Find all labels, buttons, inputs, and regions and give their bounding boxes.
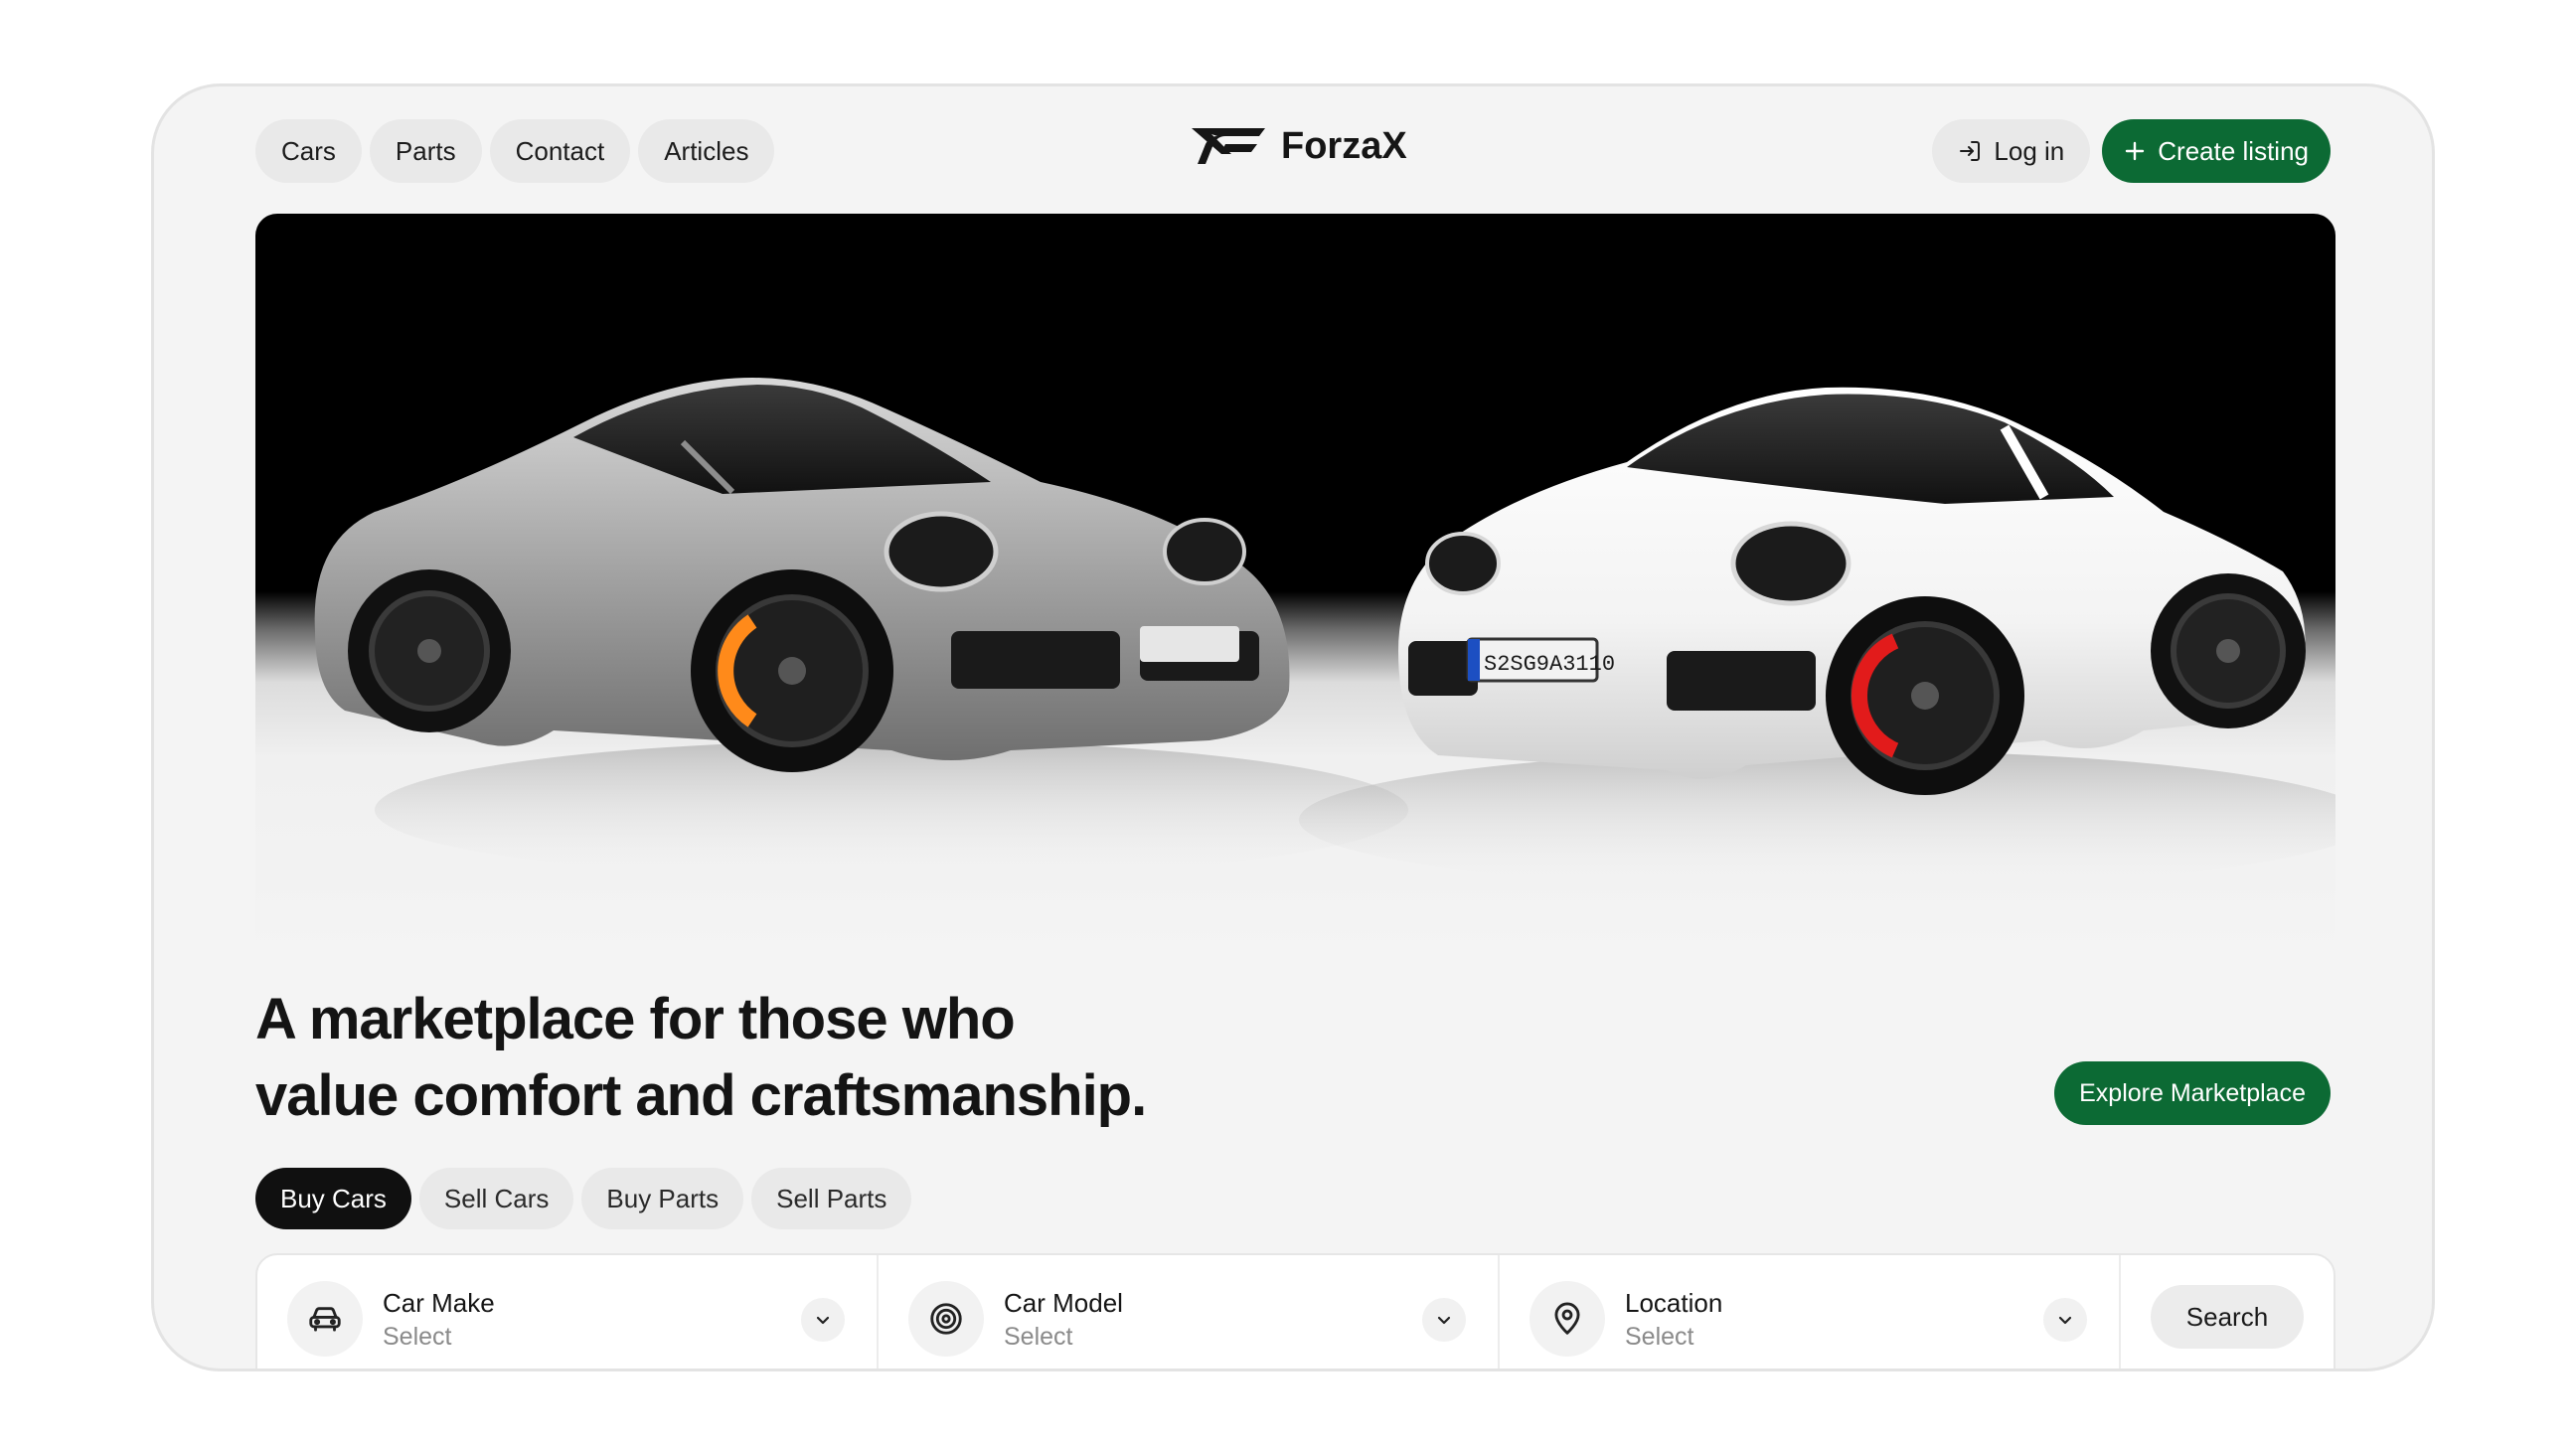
license-plate-text: S2SG9A3110 <box>1484 652 1615 677</box>
map-pin-icon <box>1530 1281 1605 1357</box>
car-model-label: Car Model <box>1004 1288 1123 1318</box>
search-button[interactable]: Search <box>2151 1285 2304 1349</box>
chevron-down-icon[interactable] <box>1422 1298 1466 1342</box>
car-make-value: Select <box>383 1323 452 1351</box>
login-label: Log in <box>1994 135 2065 166</box>
create-listing-label: Create listing <box>2158 135 2309 166</box>
location-label: Location <box>1625 1288 1723 1318</box>
tab-buy-parts[interactable]: Buy Parts <box>581 1168 744 1229</box>
headline-line-2: value comfort and craftsmanship. <box>255 1063 1147 1128</box>
tab-buy-cars[interactable]: Buy Cars <box>255 1168 411 1229</box>
car-make-label: Car Make <box>383 1288 495 1318</box>
nav-item-contact[interactable]: Contact <box>489 119 631 183</box>
location-select[interactable]: Location Select <box>1500 1255 2121 1368</box>
nav-item-articles[interactable]: Articles <box>638 119 775 183</box>
nav-item-parts[interactable]: Parts <box>369 119 482 183</box>
car-model-value: Select <box>1004 1323 1073 1351</box>
header-actions: Log in Create listing <box>1932 119 2331 183</box>
tab-sell-parts[interactable]: Sell Parts <box>751 1168 912 1229</box>
white-car: S2SG9A3110 <box>1299 387 2335 889</box>
location-value: Select <box>1625 1323 1694 1351</box>
chevron-down-icon[interactable] <box>801 1298 845 1342</box>
search-cell: Search <box>2121 1255 2334 1368</box>
tab-sell-cars[interactable]: Sell Cars <box>418 1168 574 1229</box>
car-model-select[interactable]: Car Model Select <box>879 1255 1500 1368</box>
mode-tabs: Buy Cars Sell Cars Buy Parts Sell Parts <box>255 1168 912 1229</box>
login-icon <box>1960 141 1981 161</box>
target-icon <box>908 1281 984 1357</box>
login-button[interactable]: Log in <box>1932 119 2091 183</box>
headline-line-1: A marketplace for those who <box>255 987 1016 1051</box>
app-frame: Cars Parts Contact Articles ForzaX Log i… <box>151 83 2435 1371</box>
forzax-logo-icon <box>1192 128 1265 164</box>
plus-icon <box>2126 141 2145 161</box>
nav-item-cars[interactable]: Cars <box>255 119 362 183</box>
main-nav: Cars Parts Contact Articles <box>255 119 775 183</box>
chevron-down-icon[interactable] <box>2043 1298 2087 1342</box>
silver-car <box>314 378 1408 880</box>
car-make-select[interactable]: Car Make Select <box>257 1255 879 1368</box>
search-bar: Car Make Select Car Model Select Locatio… <box>255 1253 2335 1368</box>
brand-name: ForzaX <box>1281 124 1407 167</box>
create-listing-button[interactable]: Create listing <box>2102 119 2331 183</box>
hero-headline: A marketplace for those who value comfor… <box>255 981 1147 1134</box>
hero-image: S2SG9A3110 <box>255 214 2335 969</box>
car-icon <box>287 1281 363 1357</box>
brand-logo[interactable]: ForzaX <box>1192 124 1407 168</box>
explore-marketplace-button[interactable]: Explore Marketplace <box>2054 1061 2331 1125</box>
